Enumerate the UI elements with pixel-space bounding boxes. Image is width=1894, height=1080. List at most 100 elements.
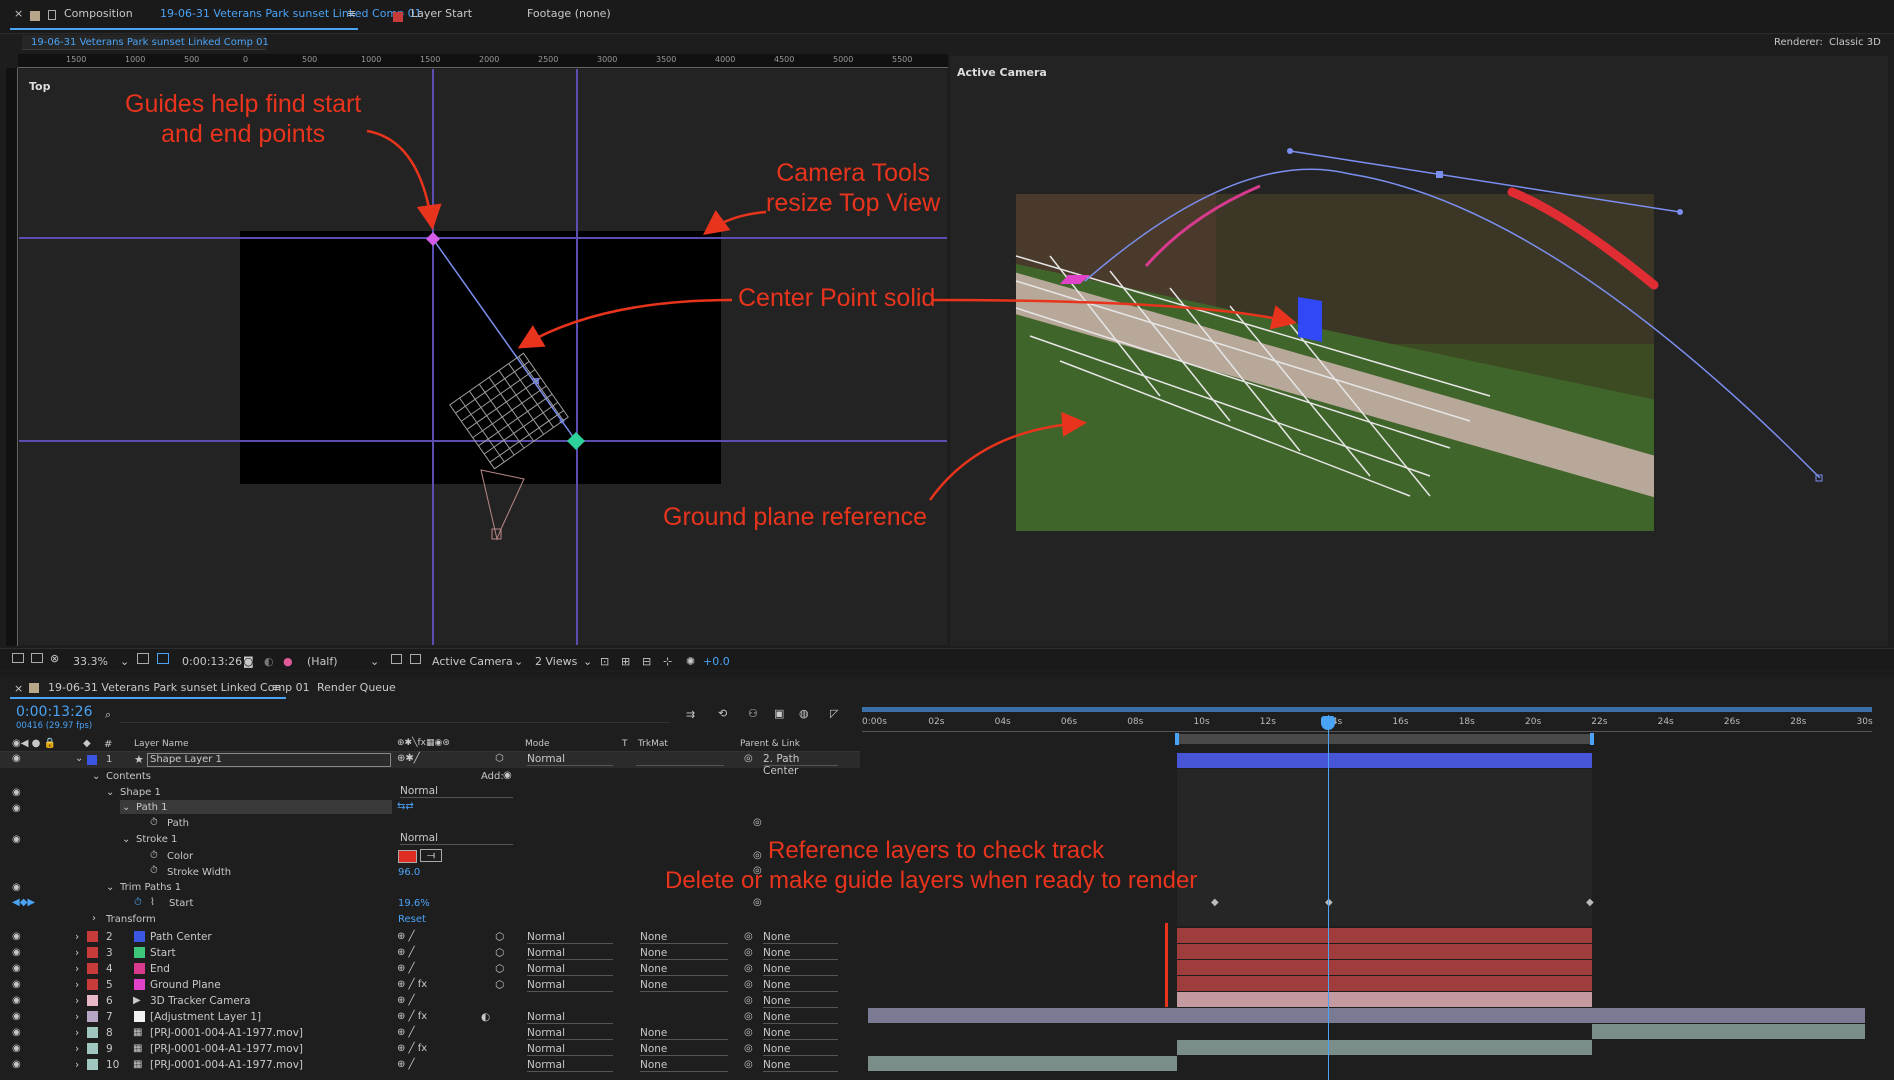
visibility-icon[interactable]: ◉	[12, 1043, 21, 1054]
label-swatch[interactable]	[87, 995, 98, 1006]
pickwhip-icon[interactable]: ◎	[744, 947, 753, 958]
trkmat-select[interactable]: None	[640, 963, 728, 976]
color-pickwhip-icon[interactable]: ◎	[753, 850, 762, 861]
mode-select[interactable]: Normal	[527, 963, 613, 976]
layer-switches[interactable]: ⊕ ╱	[397, 995, 415, 1006]
work-area-bar[interactable]	[862, 707, 1872, 712]
shape-layer-bar[interactable]	[1177, 753, 1592, 768]
vr-icon[interactable]: ⊗	[50, 652, 59, 665]
stroke-width-stopwatch-icon[interactable]: ⏱	[150, 865, 158, 876]
layer-switches[interactable]: ⊕ ╱	[397, 931, 415, 942]
layer-row[interactable]: ◉ › 4 End ⊕ ╱ ⬡ Normal None ◎ None	[0, 961, 860, 977]
parent-select[interactable]: None	[763, 995, 838, 1008]
prev-keyframe-icon[interactable]: ◀◆▶	[12, 897, 35, 908]
layer-switches[interactable]: ⊕ ╱	[397, 1027, 415, 1038]
contents-label[interactable]: Contents	[106, 771, 151, 782]
pickwhip-icon[interactable]: ◎	[744, 931, 753, 942]
layer-bar-8[interactable]	[1592, 1024, 1865, 1039]
playhead-handle[interactable]	[1321, 716, 1335, 730]
composition-mini-flowchart-icon[interactable]: ⇉	[686, 708, 695, 721]
layer-bar-3[interactable]	[1177, 944, 1592, 959]
layer-bar-7[interactable]	[868, 1008, 1865, 1023]
stroke-width-value[interactable]: 96.0	[398, 867, 420, 878]
parent-select[interactable]: None	[763, 931, 838, 944]
mode-select[interactable]: Normal	[527, 979, 613, 992]
views-select[interactable]: 2 Views	[535, 655, 577, 668]
layer-bar-5[interactable]	[1177, 976, 1592, 991]
shape1-mode-select[interactable]: Normal	[400, 785, 513, 798]
show-snapshot-icon[interactable]: ◐	[264, 655, 274, 668]
trkmat-select[interactable]: None	[640, 947, 728, 960]
eyedropper-icon[interactable]: ⟞	[420, 849, 442, 862]
parent-select[interactable]: None	[763, 1043, 838, 1056]
mask-icon[interactable]	[157, 653, 169, 664]
transform-label[interactable]: Transform	[106, 914, 156, 925]
layer-row[interactable]: ◉ › 5 Ground Plane ⊕ ╱ fx ⬡ Normal None ◎ None	[0, 977, 860, 993]
trkmat-select[interactable]: None	[640, 1043, 728, 1056]
path-stopwatch-icon[interactable]: ⏱	[150, 817, 158, 828]
expand-chevron-icon[interactable]: ›	[75, 979, 79, 991]
zoom-select[interactable]: 33.3%	[73, 655, 108, 668]
exposure-icon[interactable]: ✺	[686, 655, 695, 668]
header-layer-name[interactable]: Layer Name	[134, 739, 189, 749]
layer1-switches[interactable]: ⊕✱╱	[397, 753, 420, 764]
keyframe-1[interactable]: ◆	[1211, 897, 1219, 908]
layer1-mode-select[interactable]: Normal	[527, 753, 613, 766]
3d-layer-icon[interactable]: ⬡	[495, 931, 504, 943]
header-parent[interactable]: Parent & Link	[740, 739, 800, 749]
trim-chevron-icon[interactable]: ⌄	[106, 882, 114, 893]
pickwhip-icon[interactable]: ◎	[744, 753, 753, 764]
stroke1-label[interactable]: Stroke 1	[136, 834, 177, 845]
toggle-pixel-icon[interactable]: ⊡	[600, 655, 609, 668]
visibility-icon[interactable]: ◉	[12, 963, 21, 974]
label-swatch[interactable]	[87, 979, 98, 990]
expand-chevron-icon[interactable]: ›	[75, 995, 79, 1007]
label-swatch[interactable]	[87, 1043, 98, 1054]
layer-row[interactable]: ◉ › 10 ▦ [PRJ-0001-004-A1-1977.mov] ⊕ ╱ Normal…	[0, 1057, 860, 1073]
layer-name[interactable]: [PRJ-0001-004-A1-1977.mov]	[150, 1027, 303, 1039]
label-swatch[interactable]	[87, 963, 98, 974]
layer-name[interactable]: Start	[150, 947, 176, 959]
timeline-close-icon[interactable]: ×	[14, 682, 23, 695]
graph-icon[interactable]: ⌇	[150, 897, 155, 908]
visibility-icon[interactable]: ◉	[12, 947, 21, 958]
layer-switches[interactable]: ⊕ ╱	[397, 963, 415, 974]
expand-chevron-icon[interactable]: ›	[75, 963, 79, 975]
layer-row[interactable]: ◉ › 2 Path Center ⊕ ╱ ⬡ Normal None ◎ None	[0, 929, 860, 945]
channel-icon[interactable]: ●	[283, 655, 293, 668]
layer-row[interactable]: ◉ › 8 ▦ [PRJ-0001-004-A1-1977.mov] ⊕ ╱ Normal N…	[0, 1025, 860, 1041]
expand-chevron-icon[interactable]: ›	[75, 1059, 79, 1071]
mode-select[interactable]: Normal	[527, 947, 613, 960]
layer-name[interactable]: End	[150, 963, 170, 975]
visibility-icon[interactable]: ◉	[12, 995, 21, 1006]
trkmat-select[interactable]: None	[640, 1027, 728, 1040]
label-swatch[interactable]	[87, 1059, 98, 1070]
monitor-icon[interactable]	[31, 653, 43, 663]
flowchart-icon[interactable]: ⊹	[663, 655, 672, 668]
label-swatch[interactable]	[87, 931, 98, 942]
layer1-parent-select[interactable]: 2. Path Center	[763, 753, 838, 777]
shape1-label[interactable]: Shape 1	[120, 787, 161, 798]
visibility-icon[interactable]: ◉	[12, 1059, 21, 1070]
frame-blending-icon[interactable]: ▣	[774, 707, 784, 720]
path-pickwhip-icon[interactable]: ◎	[753, 817, 762, 828]
work-area-range[interactable]	[1177, 734, 1592, 744]
shape1-visibility-icon[interactable]: ◉	[12, 787, 21, 798]
transparency-grid-icon[interactable]	[410, 654, 421, 664]
expand-chevron-icon[interactable]: ›	[75, 1043, 79, 1055]
camera-chevron-icon[interactable]: ⌄	[514, 655, 523, 668]
region-icon[interactable]	[391, 654, 402, 664]
visibility-icon[interactable]: ◉	[12, 1027, 21, 1038]
label-swatch[interactable]	[87, 1027, 98, 1038]
trkmat-select[interactable]: None	[640, 979, 728, 992]
header-trkmat[interactable]: TrkMat	[638, 739, 668, 749]
parent-select[interactable]: None	[763, 947, 838, 960]
layer-bar-10[interactable]	[868, 1056, 1177, 1071]
timeline-tab-menu-icon[interactable]: ≡	[272, 681, 281, 694]
3d-layer-icon[interactable]: ⬡	[495, 947, 504, 959]
expand-chevron-icon[interactable]: ⌄	[75, 753, 83, 764]
visibility-icon[interactable]: ◉	[12, 931, 21, 942]
layer-search-input[interactable]	[120, 708, 670, 723]
grid-icon[interactable]	[137, 653, 149, 664]
parent-select[interactable]: None	[763, 1011, 838, 1024]
